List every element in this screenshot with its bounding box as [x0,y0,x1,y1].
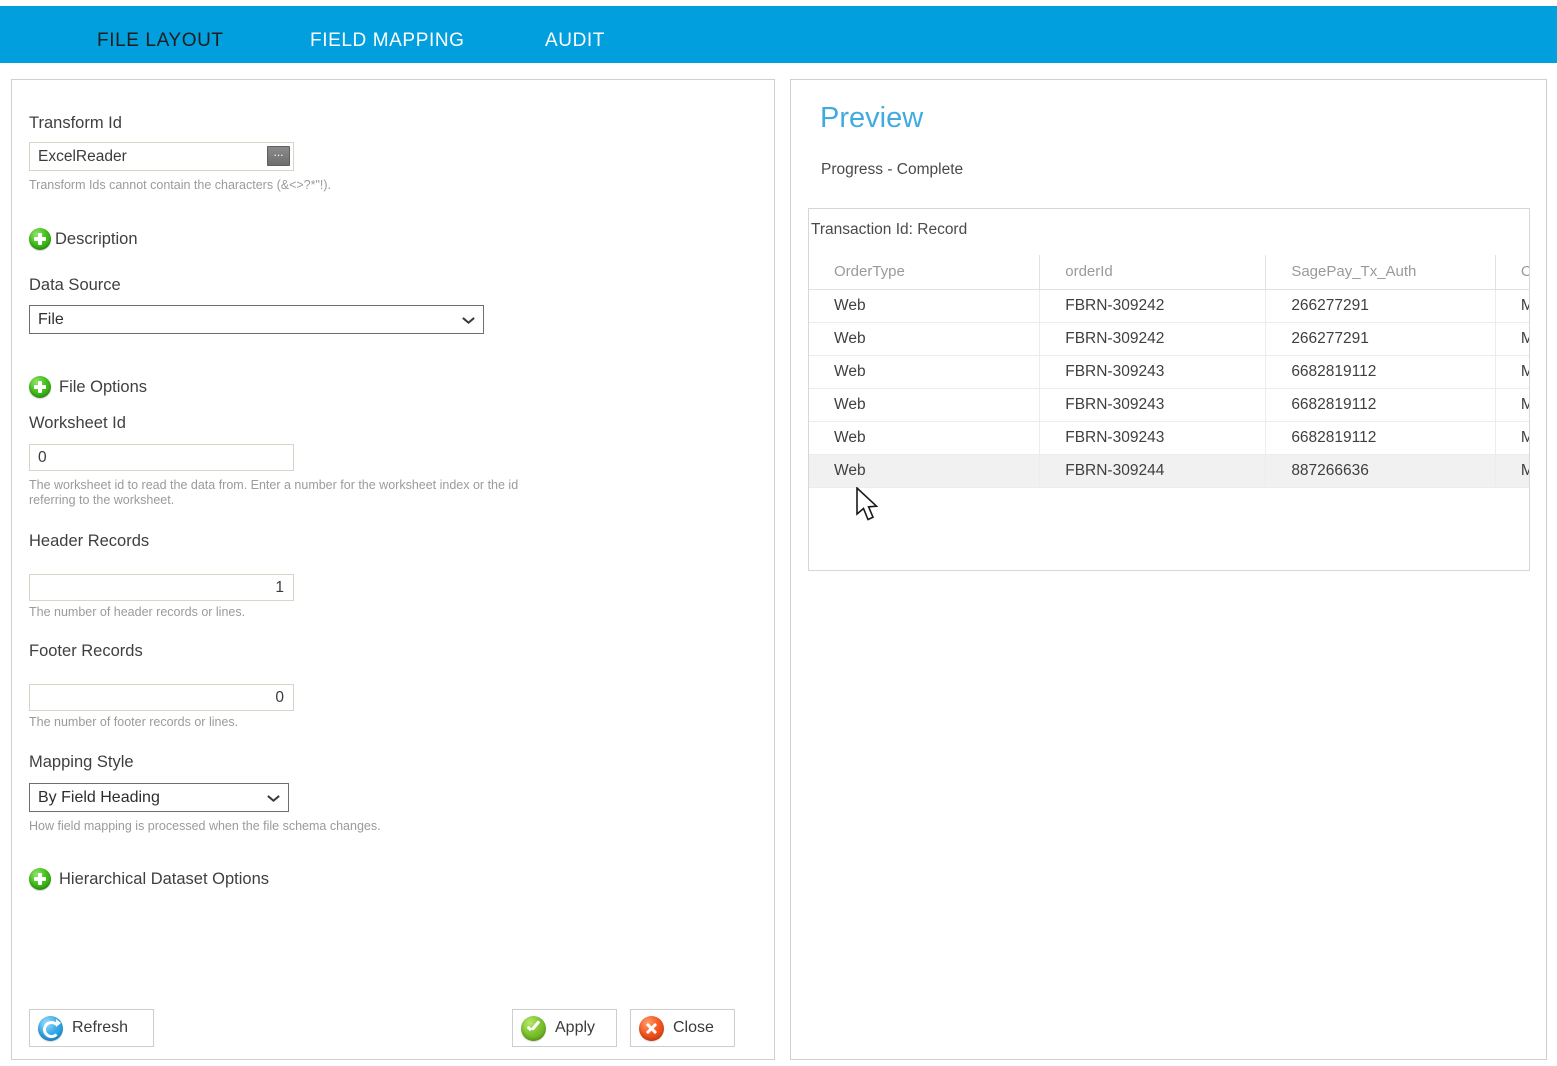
table-header-row: OrderType orderId SagePay_Tx_Auth Custom… [809,255,1530,290]
footer-records-label: Footer Records [29,642,143,661]
cell-customertitle: Mr [1495,323,1530,356]
footer-records-input[interactable] [29,684,294,711]
cell-sagepay-tx-auth: 6682819112 [1266,389,1496,422]
cell-sagepay-tx-auth: 266277291 [1266,290,1496,323]
x-circle-icon [639,1016,664,1041]
mapping-style-select[interactable]: By Field Heading [29,783,289,812]
description-label: Description [55,230,138,249]
table-row[interactable]: Web FBRN-309243 6682819112 MISS [809,389,1530,422]
table-row[interactable]: Web FBRN-309243 6682819112 MISS [809,422,1530,455]
cell-orderid: FBRN-309242 [1040,290,1266,323]
preview-table: OrderType orderId SagePay_Tx_Auth Custom… [809,255,1530,488]
cell-customertitle: MS [1495,455,1530,488]
mapping-style-value: By Field Heading [38,789,160,806]
worksheet-id-hint: The worksheet id to read the data from. … [29,478,559,508]
main-tab-bar: FILE LAYOUT FIELD MAPPING AUDIT [0,6,1557,63]
cell-ordertype: Web [809,455,1040,488]
mapping-style-hint: How field mapping is processed when the … [29,819,381,834]
tab-file-layout[interactable]: FILE LAYOUT [97,30,224,52]
apply-button-label: Apply [555,1019,595,1037]
header-records-input[interactable] [29,574,294,601]
data-source-value: File [38,311,64,328]
file-options-disclosure[interactable]: File Options [29,376,147,398]
header-records-hint: The number of header records or lines. [29,605,245,620]
table-row[interactable]: Web FBRN-309243 6682819112 MISS [809,356,1530,389]
preview-grid: Transaction Id: Record OrderType orderId… [808,208,1530,571]
refresh-button[interactable]: Refresh [29,1009,154,1047]
tab-audit[interactable]: AUDIT [545,30,605,52]
cell-ordertype: Web [809,422,1040,455]
cell-ordertype: Web [809,389,1040,422]
cell-sagepay-tx-auth: 6682819112 [1266,422,1496,455]
chevron-down-icon [268,795,279,802]
file-options-label: File Options [59,378,147,397]
column-header-customertitle[interactable]: CustomerTitle [1495,255,1530,290]
header-records-label: Header Records [29,532,149,551]
cell-customertitle: Mr [1495,290,1530,323]
cell-sagepay-tx-auth: 266277291 [1266,323,1496,356]
column-header-ordertype[interactable]: OrderType [809,255,1040,290]
progress-status: Progress - Complete [821,161,963,179]
table-row[interactable]: Web FBRN-309244 887266636 MS [809,455,1530,488]
close-button-label: Close [673,1019,714,1037]
file-layout-form-panel: Transform Id ... Transform Ids cannot co… [11,79,775,1060]
plus-circle-icon[interactable] [29,376,51,398]
preview-panel: Preview Progress - Complete Transaction … [790,79,1547,1060]
tab-field-mapping[interactable]: FIELD MAPPING [310,30,465,52]
footer-records-hint: The number of footer records or lines. [29,715,238,730]
cell-sagepay-tx-auth: 887266636 [1266,455,1496,488]
table-row[interactable]: Web FBRN-309242 266277291 Mr [809,323,1530,356]
cell-orderid: FBRN-309243 [1040,356,1266,389]
close-button[interactable]: Close [630,1009,735,1047]
mapping-style-label: Mapping Style [29,753,134,772]
transform-id-hint: Transform Ids cannot contain the charact… [29,178,529,193]
cell-orderid: FBRN-309242 [1040,323,1266,356]
check-circle-icon [521,1016,546,1041]
cell-ordertype: Web [809,323,1040,356]
cell-orderid: FBRN-309244 [1040,455,1266,488]
hierarchical-dataset-options-disclosure[interactable]: Hierarchical Dataset Options [29,868,269,890]
cell-orderid: FBRN-309243 [1040,422,1266,455]
worksheet-id-label: Worksheet Id [29,414,126,433]
column-header-sagepay-tx-auth[interactable]: SagePay_Tx_Auth [1266,255,1496,290]
plus-circle-icon[interactable] [29,868,51,890]
cell-ordertype: Web [809,290,1040,323]
ellipsis-icon[interactable]: ... [267,146,290,166]
transform-id-label: Transform Id [29,114,122,133]
plus-circle-icon[interactable] [29,228,51,250]
cell-sagepay-tx-auth: 6682819112 [1266,356,1496,389]
transform-id-input[interactable] [29,142,294,171]
cell-ordertype: Web [809,356,1040,389]
cell-customertitle: MISS [1495,356,1530,389]
grid-caption: Transaction Id: Record [809,209,1529,255]
refresh-icon [38,1016,63,1041]
description-disclosure[interactable]: Description [29,228,138,250]
column-header-orderid[interactable]: orderId [1040,255,1266,290]
chevron-down-icon [463,317,474,324]
preview-title: Preview [820,102,923,135]
refresh-button-label: Refresh [72,1019,128,1037]
table-row[interactable]: Web FBRN-309242 266277291 Mr [809,290,1530,323]
cell-orderid: FBRN-309243 [1040,389,1266,422]
cell-customertitle: MISS [1495,389,1530,422]
cell-customertitle: MISS [1495,422,1530,455]
hierarchical-dataset-options-label: Hierarchical Dataset Options [59,870,269,889]
apply-button[interactable]: Apply [512,1009,617,1047]
worksheet-id-input[interactable] [29,444,294,471]
data-source-select[interactable]: File [29,305,484,334]
data-source-label: Data Source [29,276,121,295]
